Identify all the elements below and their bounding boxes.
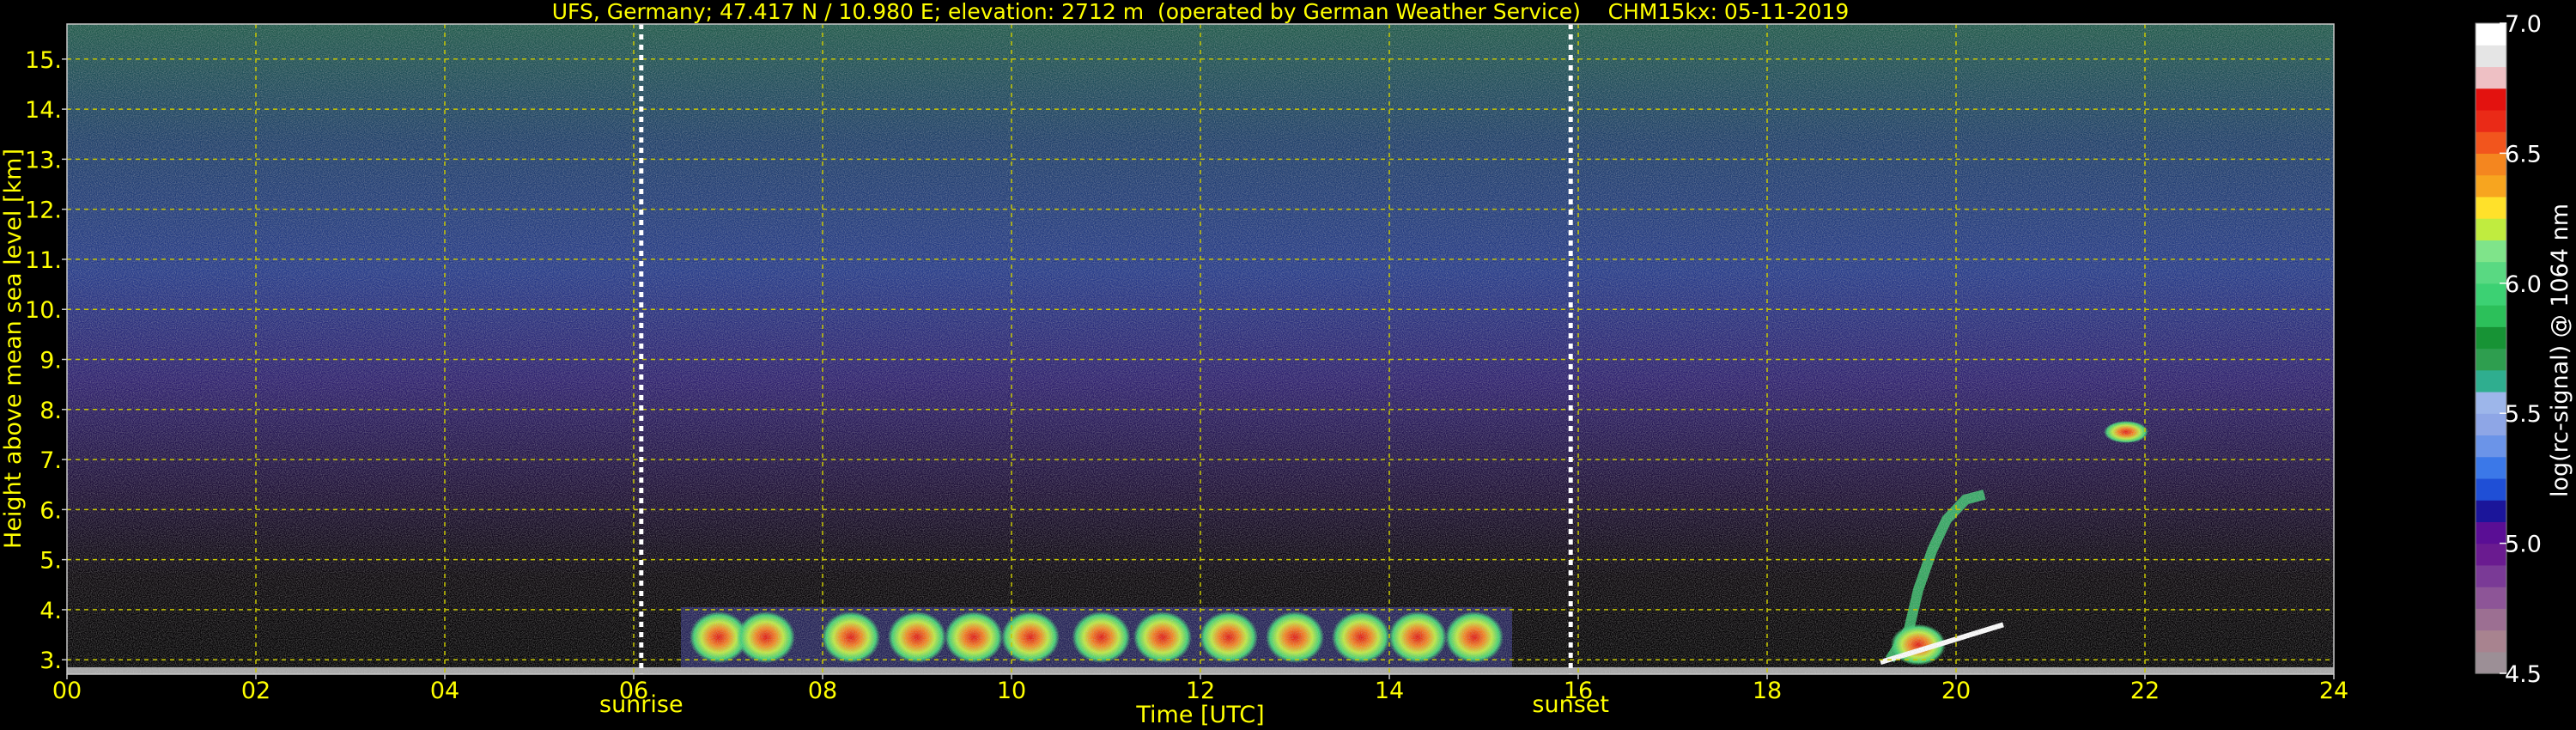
y-axis-ticks: 3. 4. 5. 6. 7. 8. 9. 10. 11. 12. 13. 14. 15. [25, 47, 67, 674]
colorbar-segment [2476, 608, 2506, 631]
colorbar-tick-label: 6.5 [2505, 141, 2542, 167]
colorbar-segment [2476, 196, 2506, 219]
x-tick-label: 08 [808, 678, 837, 704]
x-tick-label: 04 [430, 678, 459, 704]
x-axis-label: Time [UTC] [1135, 702, 1264, 728]
y-tick-label: 15. [25, 47, 62, 74]
colorbar-tick-label: 5.0 [2505, 532, 2542, 558]
colorbar-segment [2476, 630, 2506, 653]
colorbar-segment [2476, 109, 2506, 132]
x-tick-label: 00 [52, 678, 82, 704]
x-tick-label: 20 [1941, 678, 1971, 704]
y-tick-label: 6. [39, 497, 62, 524]
y-tick-label: 10. [25, 297, 62, 324]
x-tick-label: 18 [1753, 678, 1782, 704]
colorbar-segment [2476, 651, 2506, 674]
colorbar-segment [2476, 587, 2506, 609]
x-tick-label: 06 [619, 678, 648, 704]
colorbar-segment [2476, 435, 2506, 458]
colorbar-segment [2476, 88, 2506, 111]
colorbar-segment [2476, 23, 2506, 46]
colorbar-segment [2476, 326, 2506, 350]
colorbar-segment [2476, 521, 2506, 544]
y-tick-label: 8. [39, 398, 62, 424]
y-tick-label: 5. [39, 548, 62, 575]
colorbar-tick-label: 5.5 [2505, 401, 2542, 428]
y-tick-label: 12. [25, 198, 62, 224]
colorbar-segment [2476, 153, 2506, 176]
colorbar-segment [2476, 478, 2506, 501]
plot-area: sunrise sunset [66, 23, 2335, 718]
colorbar-segment [2476, 261, 2506, 284]
x-tick-label: 10 [997, 678, 1026, 704]
colorbar-segment [2476, 283, 2506, 306]
colorbar-tick-label: 4.5 [2505, 661, 2542, 688]
colorbar-segment [2476, 305, 2506, 327]
colorbar-segment [2476, 131, 2506, 154]
y-axis-label: Height above mean sea level [km] [0, 149, 27, 549]
y-tick-label: 11. [25, 247, 62, 274]
y-tick-label: 13. [25, 147, 62, 173]
x-axis-ticks: 00 02 04 06 08 10 12 14 16 18 20 22 24 [52, 674, 2348, 704]
colorbar-segment [2476, 45, 2506, 68]
colorbar-segment [2476, 413, 2506, 436]
colorbar-segment [2476, 543, 2506, 566]
colorbar-segment [2476, 500, 2506, 522]
colorbar-segment [2476, 369, 2506, 392]
colorbar-segment [2476, 564, 2506, 587]
colorbar-segment [2476, 391, 2506, 414]
x-tick-label: 16 [1564, 678, 1593, 704]
y-tick-label: 3. [39, 648, 62, 674]
y-tick-label: 14. [25, 97, 62, 124]
x-tick-label: 14 [1375, 678, 1404, 704]
colorbar-label: log(rc-signal) @ 1064 nm [2547, 204, 2573, 497]
colorbar-segment [2476, 240, 2506, 263]
x-tick-label: 24 [2319, 678, 2348, 704]
y-tick-label: 4. [39, 598, 62, 624]
colorbar-segment [2476, 218, 2506, 240]
x-tick-label: 22 [2130, 678, 2160, 704]
colorbar-tick-label: 7.0 [2505, 11, 2542, 38]
chart-title: UFS, Germany; 47.417 N / 10.980 E; eleva… [552, 0, 1849, 24]
colorbar-segment [2476, 174, 2506, 198]
x-tick-label: 02 [241, 678, 270, 704]
y-tick-label: 9. [39, 348, 62, 374]
colorbar-segment [2476, 456, 2506, 479]
y-tick-label: 7. [39, 447, 62, 474]
colorbar-tick-label: 6.0 [2505, 271, 2542, 298]
x-tick-label: 12 [1186, 678, 1215, 704]
ceilometer-chart: sunrise sunset 00 02 04 06 08 10 12 14 16 18 20 22 24… [0, 0, 2573, 728]
colorbar-segment [2476, 348, 2506, 371]
colorbar: 4.5 5.0 5.5 6.0 6.5 7.0 [2475, 11, 2542, 688]
colorbar-segment [2476, 66, 2506, 89]
